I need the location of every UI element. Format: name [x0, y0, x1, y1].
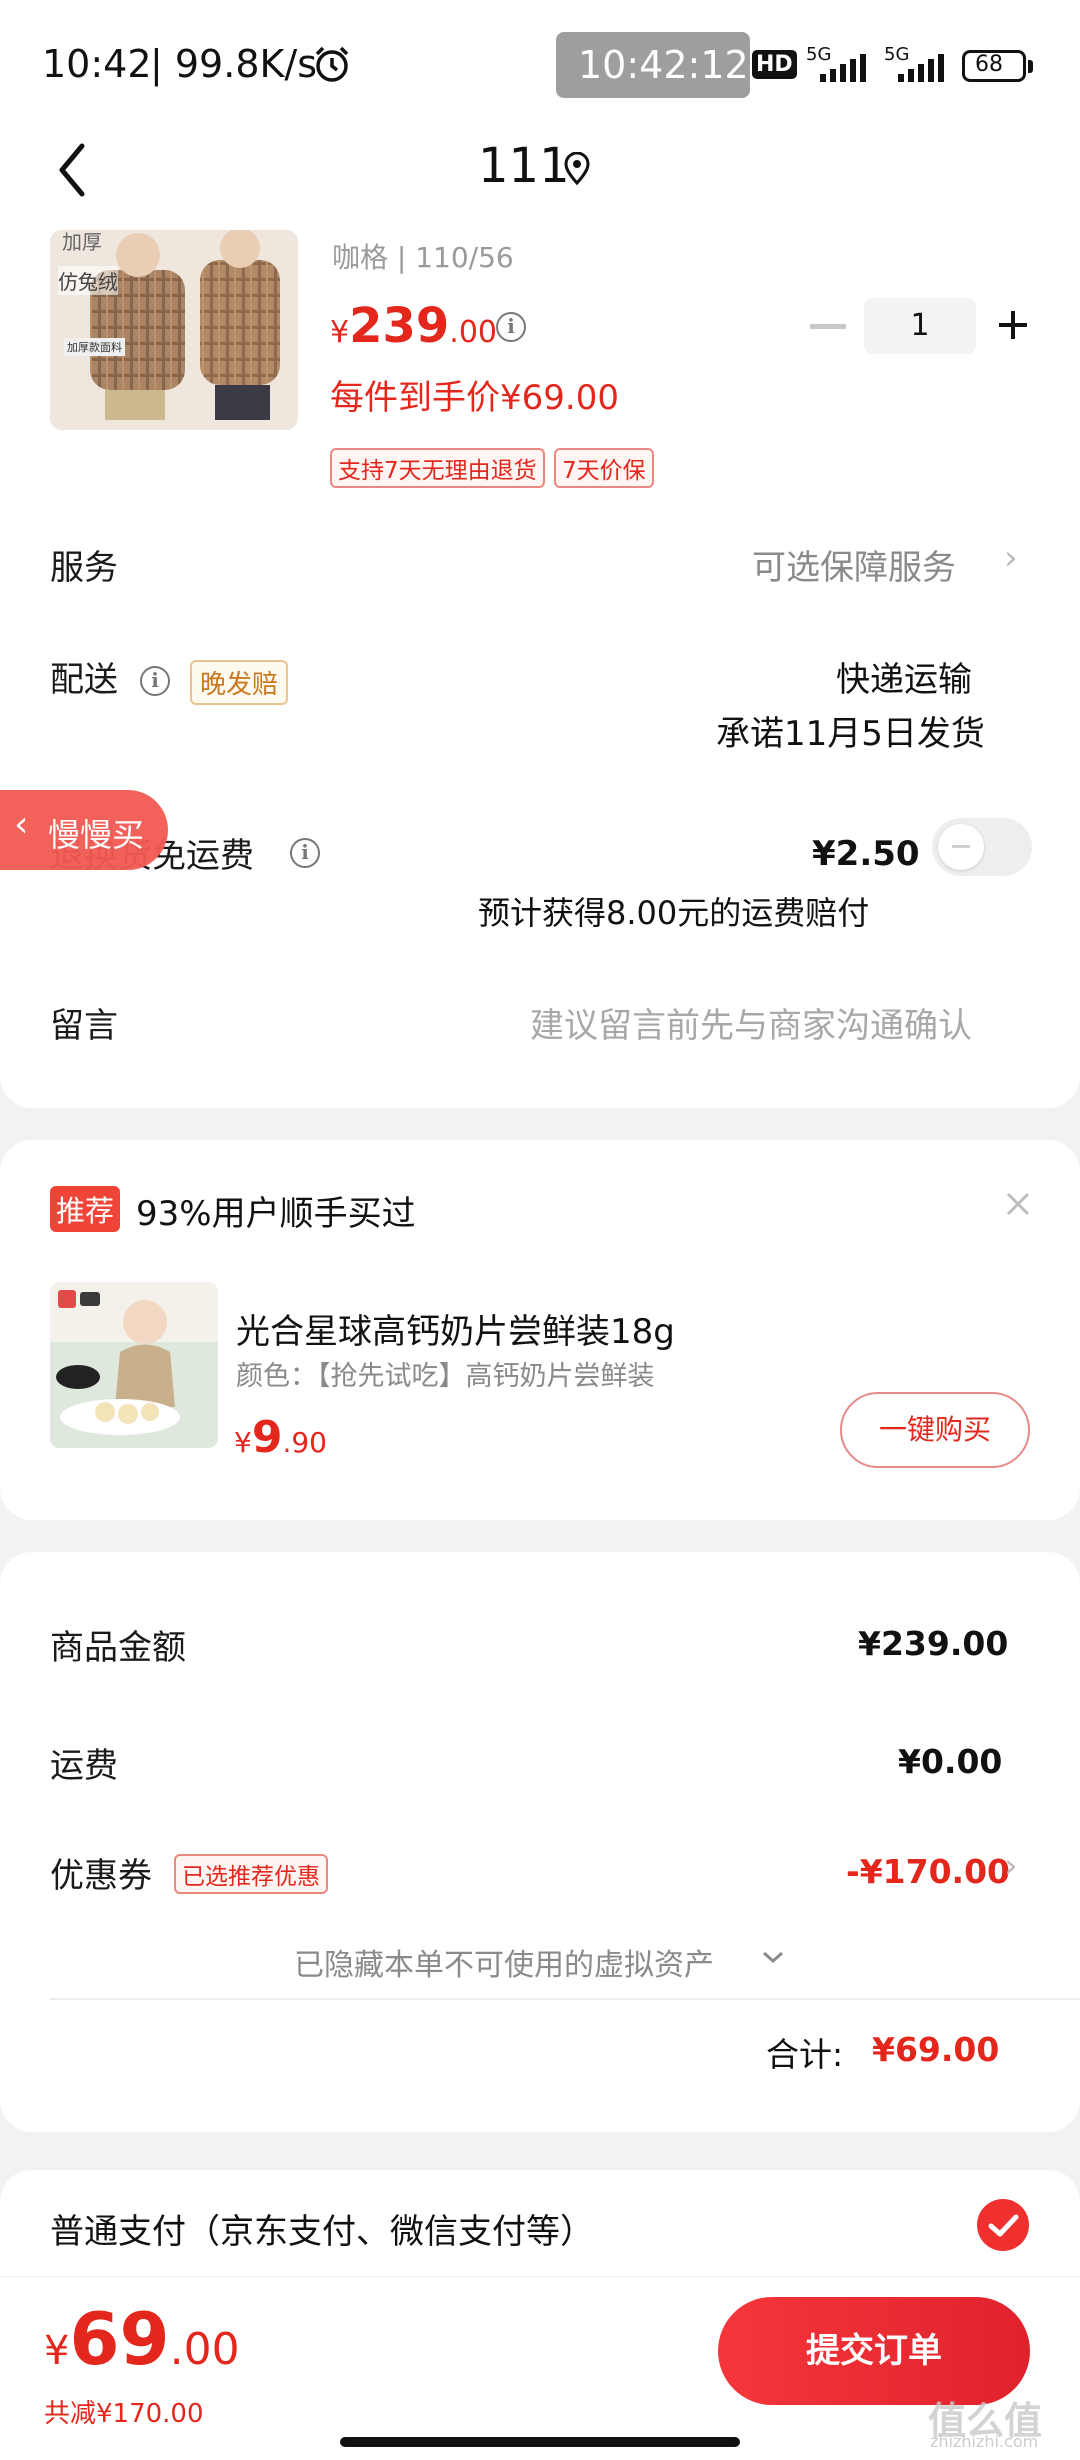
- bottom-price: ¥69.00: [44, 2297, 240, 2381]
- final-price: 每件到手价¥69.00: [330, 378, 619, 418]
- message-input[interactable]: 建议留言前先与商家沟通确认: [530, 998, 972, 1047]
- page-title: 111: [478, 138, 570, 194]
- recommend-product-name[interactable]: 光合星球高钙奶片尝鲜装18g: [236, 1304, 675, 1353]
- recommend-badge: 推荐: [50, 1186, 121, 1232]
- recommend-card: 推荐 93%用户顺手买过 光合星球高钙奶片尝鲜装18g 颜色：【抢先试吃】高钙奶…: [0, 1140, 1080, 1520]
- product-image-text-3: 加厚款面料: [64, 338, 125, 356]
- return-shipping-price: ¥2.50: [812, 834, 920, 874]
- shipping-fee-label: 运费: [50, 1746, 118, 1786]
- return-shipping-note: 预计获得8.00元的运费赔付: [478, 894, 870, 932]
- recommend-price-int: 9: [251, 1412, 283, 1463]
- battery-icon: 68: [962, 50, 1033, 82]
- price-info-icon[interactable]: i: [496, 312, 526, 342]
- bottom-bar: ¥69.00 共减¥170.00 提交订单: [0, 2276, 1080, 2460]
- service-label: 服务: [50, 548, 118, 588]
- toggle-minus-icon: [952, 845, 970, 848]
- close-icon[interactable]: [1004, 1190, 1032, 1218]
- product-image-text-2: 仿兔绒: [58, 266, 118, 295]
- shipping-fee-value: ¥0.00: [898, 1742, 1003, 1781]
- submit-order-button[interactable]: 提交订单: [718, 2297, 1030, 2405]
- service-chevron-icon[interactable]: ›: [1004, 538, 1018, 578]
- recommend-price-dec: .90: [282, 1426, 327, 1459]
- submit-order-label: 提交订单: [806, 2331, 942, 2371]
- product-variant: 咖格 | 110/56: [332, 241, 514, 274]
- recommend-product-image[interactable]: [50, 1282, 218, 1448]
- bottom-price-symbol: ¥: [44, 2328, 70, 2374]
- recommend-price-symbol: ¥: [234, 1426, 252, 1459]
- late-delivery-badge: 晚发赔: [190, 660, 289, 705]
- delivery-label: 配送: [50, 660, 118, 700]
- bottom-price-dec: .00: [169, 2324, 240, 2375]
- back-icon[interactable]: [52, 140, 92, 200]
- status-time: 10:42: [42, 42, 152, 86]
- product-image-text-1: 加厚: [62, 230, 102, 254]
- delivery-info-icon[interactable]: i: [140, 666, 170, 696]
- floating-tab-label: 慢慢买: [48, 816, 145, 854]
- product-price: ¥239.00: [330, 298, 497, 354]
- recommend-title: 93%用户顺手买过: [136, 1194, 416, 1234]
- floating-chevron-left-icon: ‹: [14, 804, 29, 845]
- goods-amount-value: ¥239.00: [858, 1624, 1009, 1663]
- summary-divider: [50, 1998, 1080, 2000]
- quantity-input[interactable]: 1: [864, 298, 976, 354]
- service-value[interactable]: 可选保障服务: [752, 540, 956, 589]
- signal-icon-1: [818, 52, 868, 88]
- status-center-time-pill: 10:42:12: [556, 32, 750, 98]
- quantity-minus-button[interactable]: [810, 324, 846, 329]
- status-center-time: 10:42:12: [578, 43, 749, 87]
- total-label: 合计:: [766, 2035, 844, 2074]
- floating-tab[interactable]: ‹ 慢慢买: [0, 790, 168, 870]
- order-card: 加厚 仿兔绒 加厚款面料 咖格 | 110/56 ¥239.00 i 1 每件到…: [0, 200, 1080, 1108]
- product-image[interactable]: 加厚 仿兔绒 加厚款面料: [50, 230, 298, 430]
- checked-icon[interactable]: [976, 2198, 1030, 2252]
- location-icon[interactable]: [562, 151, 592, 186]
- chevron-down-icon[interactable]: [760, 1948, 786, 1966]
- watermark-url: zhizhizhi.com: [930, 2432, 1039, 2451]
- one-click-buy-button[interactable]: 一键购买: [840, 1392, 1030, 1468]
- payment-method-label[interactable]: 普通支付（京东支付、微信支付等）: [50, 2204, 594, 2253]
- tag-price-protect: 7天价保: [554, 448, 654, 488]
- price-dec: .00: [449, 315, 498, 350]
- return-shipping-toggle[interactable]: [932, 818, 1032, 876]
- price-int: 239: [349, 298, 450, 354]
- battery-level: 68: [975, 52, 1003, 77]
- status-bar: 10:42 | 99.8K/s 10:42:12 HD 5G 5G 68: [0, 0, 1080, 130]
- home-indicator: [340, 2437, 740, 2447]
- bottom-price-int: 69: [69, 2297, 170, 2381]
- hidden-assets-toggle[interactable]: 已隐藏本单不可使用的虚拟资产: [294, 1940, 714, 1984]
- summary-card: 商品金额 ¥239.00 运费 ¥0.00 优惠券 已选推荐优惠 -¥170.0…: [0, 1552, 1080, 2132]
- coupon-label: 优惠券: [50, 1856, 152, 1896]
- recommend-price: ¥9.90: [234, 1412, 327, 1463]
- recommend-product-spec: 颜色：【抢先试吃】高钙奶片尝鲜装: [236, 1361, 655, 1392]
- quantity-value: 1: [910, 308, 930, 343]
- alarm-icon: [312, 44, 352, 84]
- delivery-promise: 承诺11月5日发货: [716, 714, 985, 754]
- battery-tip: [1028, 60, 1033, 73]
- one-click-buy-label: 一键购买: [878, 1413, 991, 1446]
- tag-7day-return: 支持7天无理由退货: [330, 448, 545, 488]
- status-speed: | 99.8K/s: [150, 42, 318, 86]
- bottom-discount: 共减¥170.00: [44, 2399, 204, 2429]
- price-symbol: ¥: [330, 315, 350, 350]
- return-shipping-info-icon[interactable]: i: [290, 838, 320, 868]
- total-value: ¥69.00: [872, 2030, 1000, 2069]
- coupon-value[interactable]: -¥170.00: [846, 1852, 1010, 1891]
- message-label: 留言: [50, 1006, 118, 1046]
- coupon-badge: 已选推荐优惠: [174, 1854, 328, 1894]
- coupon-chevron-icon[interactable]: ›: [1004, 1846, 1018, 1886]
- signal-icon-2: [896, 52, 946, 88]
- hd-icon: HD: [752, 50, 797, 79]
- goods-amount-label: 商品金额: [50, 1628, 186, 1668]
- delivery-method[interactable]: 快递运输: [836, 652, 972, 701]
- quantity-plus-button[interactable]: [996, 308, 1030, 342]
